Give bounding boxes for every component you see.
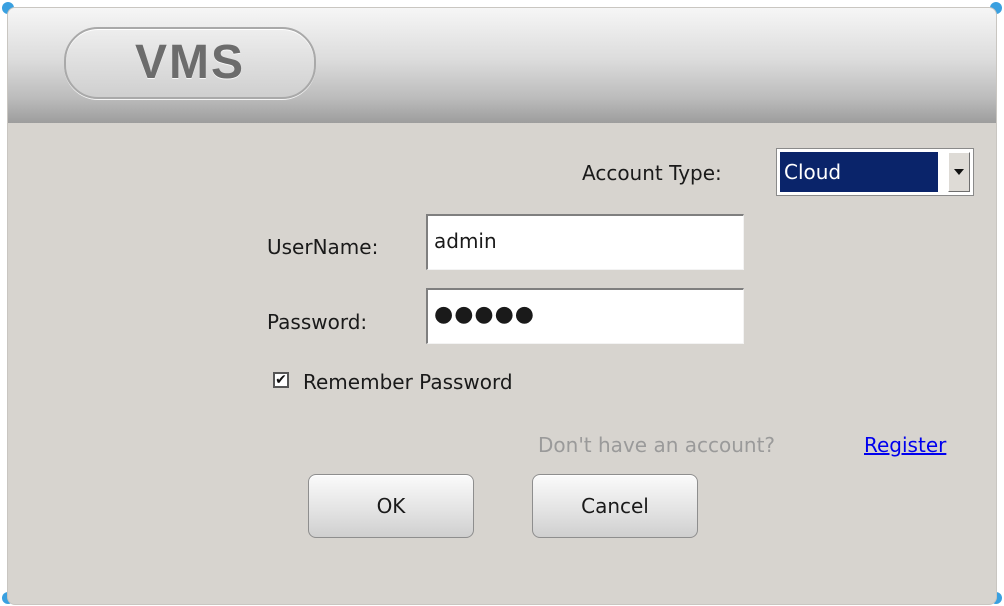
account-type-label: Account Type:	[582, 161, 722, 185]
password-field[interactable]: ●●●●●	[426, 288, 744, 344]
username-field[interactable]: admin	[426, 214, 744, 270]
vms-logo: VMS	[64, 27, 316, 99]
check-icon: ✔	[275, 372, 287, 388]
ok-button[interactable]: OK	[308, 474, 474, 538]
account-type-select[interactable]: Cloud	[776, 148, 974, 196]
remember-password-label[interactable]: Remember Password	[303, 370, 513, 394]
cancel-button[interactable]: Cancel	[532, 474, 698, 538]
username-label: UserName:	[267, 235, 379, 259]
register-prompt: Don't have an account?	[538, 433, 776, 457]
remember-password-checkbox[interactable]: ✔	[273, 372, 289, 388]
title-bar: VMS	[8, 8, 996, 123]
account-type-selected-value: Cloud	[780, 152, 938, 192]
account-type-dropdown-button[interactable]	[948, 152, 970, 192]
logo-text: VMS	[134, 36, 245, 89]
login-dialog: VMS Account Type: Cloud UserName: admin …	[8, 8, 996, 604]
register-link[interactable]: Register	[864, 433, 946, 457]
chevron-down-icon	[954, 169, 964, 175]
password-label: Password:	[267, 310, 368, 334]
